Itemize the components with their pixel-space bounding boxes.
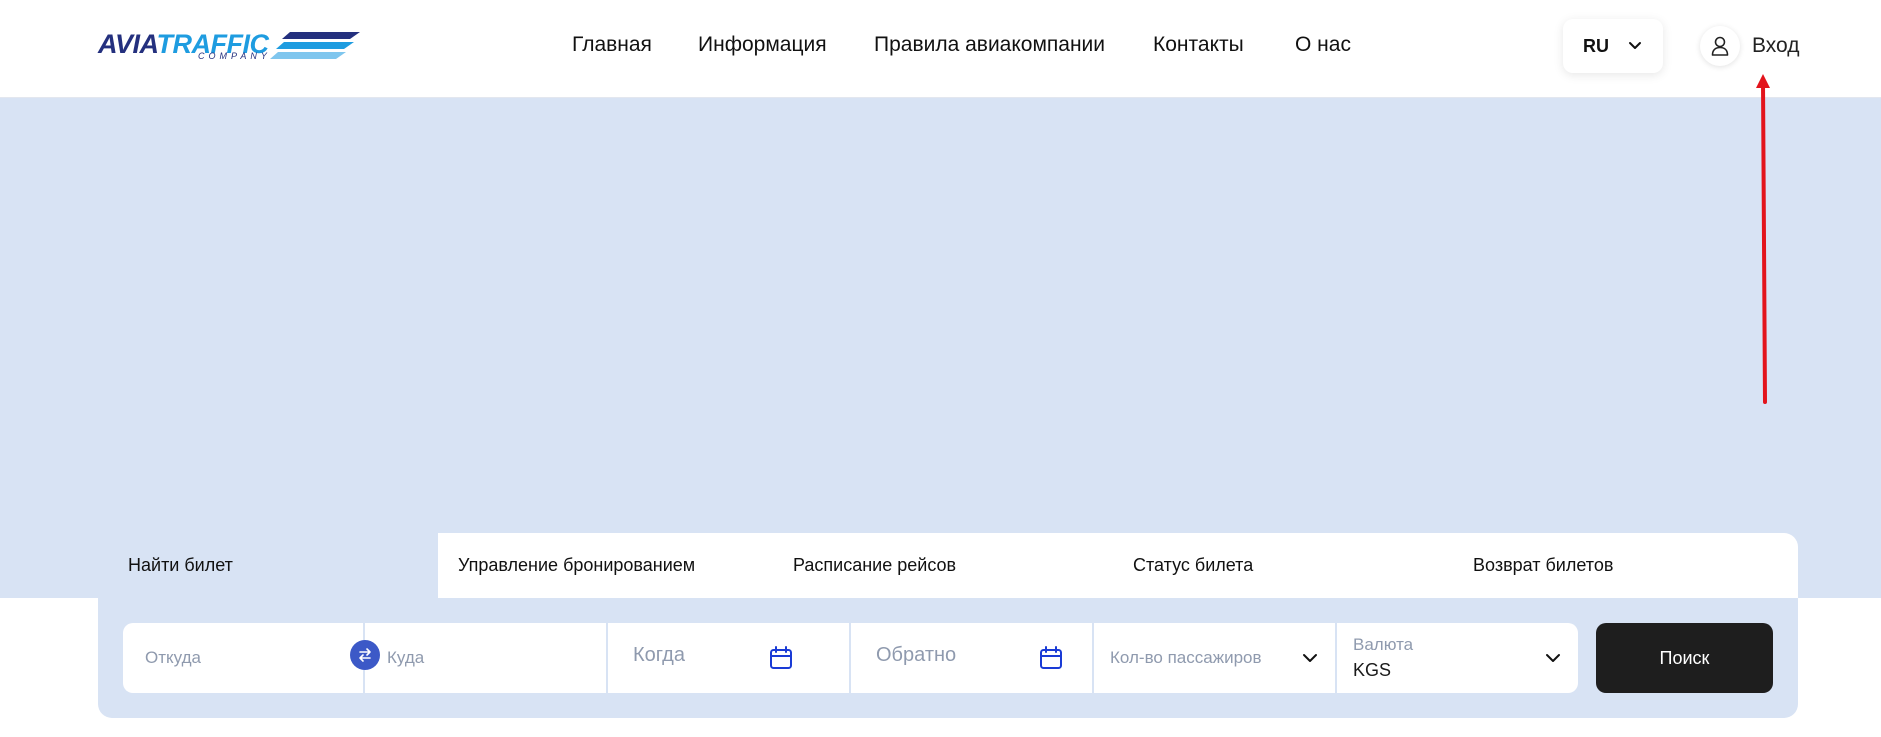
passengers-select[interactable]: Кол-во пассажиров [1094,623,1335,693]
calendar-icon[interactable] [768,645,794,671]
return-date-placeholder: Обратно [876,644,957,666]
calendar-icon[interactable] [1038,645,1064,671]
nav-item-information[interactable]: Информация [698,33,827,57]
logo-avia-text: AVIA [98,29,157,59]
logo-wings-icon [270,32,360,59]
search-panel: Откуда Куда Когда Обратно Кол-во пассажи… [98,598,1798,718]
swap-arrows-icon [359,648,371,662]
login-button[interactable]: Вход [1700,26,1800,66]
booking-tabs: Найти билет Управление бронированием Рас… [98,533,1798,599]
swap-direction-button[interactable] [350,640,380,670]
currency-label: Валюта [1353,635,1414,654]
departure-date-field[interactable]: Когда [608,623,849,693]
to-field[interactable]: Куда [365,623,606,693]
nav-item-contacts[interactable]: Контакты [1153,33,1244,57]
currency-select[interactable]: Валюта KGS [1337,623,1578,693]
nav-item-about[interactable]: О нас [1295,33,1351,57]
currency-value: KGS [1353,660,1392,680]
language-selector[interactable]: RU [1563,19,1663,73]
nav-item-home[interactable]: Главная [572,33,652,57]
return-date-field[interactable]: Обратно [851,623,1092,693]
user-icon [1700,26,1740,66]
departure-date-placeholder: Когда [633,644,685,666]
chevron-down-icon [1629,42,1641,49]
logo-company-text: COMPANY [198,51,271,61]
hero-banner [0,98,1881,598]
tab-manage-booking[interactable]: Управление бронированием [458,555,695,576]
tab-find-ticket[interactable]: Найти билет [98,533,438,599]
tab-ticket-status[interactable]: Статус билета [1133,555,1253,576]
nav-item-airline-rules[interactable]: Правила авиакомпании [874,33,1105,57]
search-button[interactable]: Поиск [1596,623,1773,693]
site-header: AVIATRAFFIC COMPANY Главная Информация П… [0,0,1881,98]
page: AVIATRAFFIC COMPANY Главная Информация П… [0,0,1881,737]
to-placeholder: Куда [387,648,425,667]
language-value: RU [1583,35,1609,56]
avia-traffic-logo[interactable]: AVIATRAFFIC COMPANY [98,24,360,64]
annotation-arrow-icon [1756,74,1770,404]
chevron-down-icon [1303,654,1317,662]
chevron-down-icon [1546,654,1560,662]
passengers-placeholder: Кол-во пассажиров [1110,648,1262,667]
from-field[interactable]: Откуда [123,623,363,693]
tab-find-ticket-label: Найти билет [128,555,233,575]
from-placeholder: Откуда [145,648,201,667]
tab-ticket-refund[interactable]: Возврат билетов [1473,555,1613,576]
tab-flight-schedule[interactable]: Расписание рейсов [793,555,956,576]
login-label: Вход [1752,34,1800,57]
